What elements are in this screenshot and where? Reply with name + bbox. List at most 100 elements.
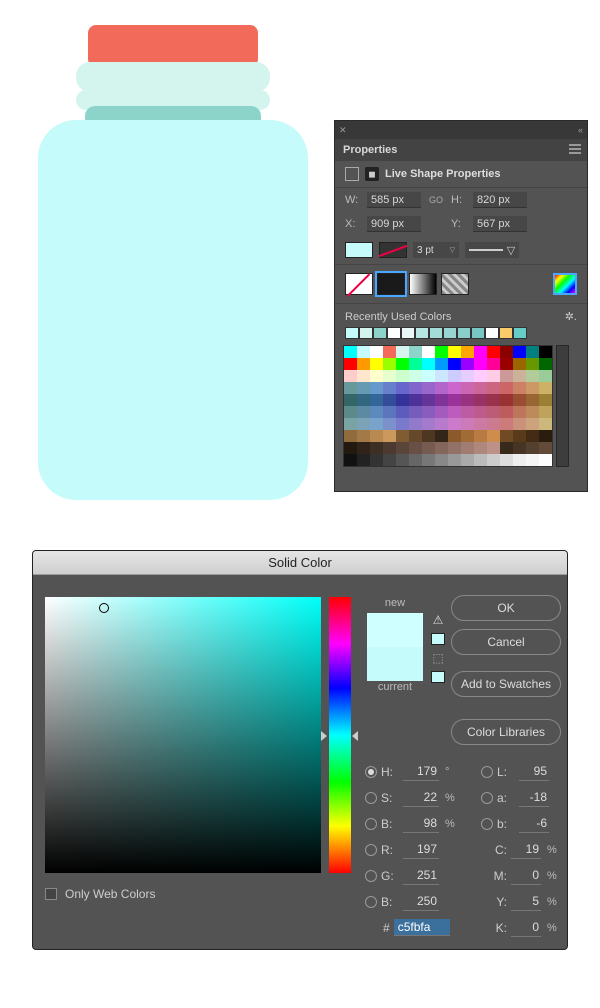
r-radio[interactable] <box>365 844 377 856</box>
palette-swatch[interactable] <box>357 430 370 442</box>
palette-swatch[interactable] <box>448 382 461 394</box>
palette-swatch[interactable] <box>435 454 448 466</box>
palette-swatch[interactable] <box>435 442 448 454</box>
palette-swatch[interactable] <box>513 370 526 382</box>
palette-swatch[interactable] <box>487 454 500 466</box>
recent-color-swatch[interactable] <box>373 327 387 339</box>
menu-icon[interactable] <box>569 144 581 154</box>
palette-swatch[interactable] <box>474 406 487 418</box>
palette-swatch[interactable] <box>500 442 513 454</box>
palette-swatch[interactable] <box>370 406 383 418</box>
palette-swatch[interactable] <box>422 394 435 406</box>
recent-color-swatch[interactable] <box>387 327 401 339</box>
preview-new-swatch[interactable] <box>367 613 423 647</box>
palette-swatch[interactable] <box>344 382 357 394</box>
palette-swatch[interactable] <box>383 346 396 358</box>
palette-swatch[interactable] <box>409 454 422 466</box>
palette-swatch[interactable] <box>344 358 357 370</box>
palette-swatch[interactable] <box>448 418 461 430</box>
add-swatches-button[interactable]: Add to Swatches <box>451 671 561 697</box>
palette-swatch[interactable] <box>370 370 383 382</box>
recent-color-swatch[interactable] <box>485 327 499 339</box>
palette-swatch[interactable] <box>448 454 461 466</box>
palette-swatch[interactable] <box>487 442 500 454</box>
palette-swatch[interactable] <box>513 406 526 418</box>
palette-swatch[interactable] <box>474 394 487 406</box>
x-field[interactable]: 909 px <box>367 216 421 232</box>
palette-swatch[interactable] <box>461 430 474 442</box>
a-field[interactable]: -18 <box>519 790 549 807</box>
cancel-button[interactable]: Cancel <box>451 629 561 655</box>
palette-swatch[interactable] <box>526 370 539 382</box>
palette-swatch[interactable] <box>344 406 357 418</box>
palette-swatch[interactable] <box>461 406 474 418</box>
b-radio[interactable] <box>481 818 493 830</box>
a-radio[interactable] <box>481 792 493 804</box>
recent-color-swatch[interactable] <box>345 327 359 339</box>
palette-swatch[interactable] <box>500 394 513 406</box>
palette-swatch[interactable] <box>448 406 461 418</box>
palette-swatch[interactable] <box>422 346 435 358</box>
palette-swatch[interactable] <box>383 394 396 406</box>
s-radio[interactable] <box>365 792 377 804</box>
palette-swatch[interactable] <box>396 370 409 382</box>
stroke-swatch[interactable] <box>379 242 407 258</box>
palette-swatch[interactable] <box>474 442 487 454</box>
palette-swatch[interactable] <box>357 394 370 406</box>
palette-swatch[interactable] <box>448 358 461 370</box>
palette-swatch[interactable] <box>409 430 422 442</box>
palette-swatch[interactable] <box>474 418 487 430</box>
palette-swatch[interactable] <box>539 454 552 466</box>
recent-color-swatch[interactable] <box>513 327 527 339</box>
palette-swatch[interactable] <box>513 454 526 466</box>
recent-color-swatch[interactable] <box>429 327 443 339</box>
palette-swatch[interactable] <box>383 430 396 442</box>
palette-swatch[interactable] <box>461 454 474 466</box>
palette-swatch[interactable] <box>396 430 409 442</box>
palette-swatch[interactable] <box>461 382 474 394</box>
palette-swatch[interactable] <box>370 430 383 442</box>
palette-swatch[interactable] <box>461 370 474 382</box>
hex-field[interactable]: c5fbfa <box>394 919 450 936</box>
only-web-checkbox[interactable] <box>45 888 57 900</box>
palette-swatch[interactable] <box>422 454 435 466</box>
palette-swatch[interactable] <box>370 358 383 370</box>
palette-swatch[interactable] <box>500 430 513 442</box>
palette-swatch[interactable] <box>422 382 435 394</box>
recent-color-swatch[interactable] <box>471 327 485 339</box>
palette-swatch[interactable] <box>513 382 526 394</box>
c-field[interactable]: 19 <box>511 842 541 859</box>
palette-swatch[interactable] <box>383 418 396 430</box>
palette-swatch[interactable] <box>526 454 539 466</box>
palette-swatch[interactable] <box>383 442 396 454</box>
palette-swatch[interactable] <box>513 430 526 442</box>
palette-swatch[interactable] <box>370 454 383 466</box>
palette-swatch[interactable] <box>487 430 500 442</box>
palette-swatch[interactable] <box>526 406 539 418</box>
palette-swatch[interactable] <box>513 394 526 406</box>
palette-swatch[interactable] <box>461 442 474 454</box>
palette-swatch[interactable] <box>539 394 552 406</box>
palette-swatch[interactable] <box>396 454 409 466</box>
warning-swatch-2[interactable] <box>431 671 445 683</box>
palette-swatch[interactable] <box>435 430 448 442</box>
palette-swatch[interactable] <box>487 418 500 430</box>
palette-swatch[interactable] <box>487 346 500 358</box>
stroke-weight-select[interactable]: 3 pt▽ <box>413 242 459 258</box>
l-radio[interactable] <box>481 766 493 778</box>
hue-handle-right-icon[interactable] <box>352 731 358 741</box>
palette-swatch[interactable] <box>526 442 539 454</box>
cube-icon[interactable]: ⬚ <box>432 651 443 665</box>
palette-swatch[interactable] <box>539 406 552 418</box>
palette-swatch[interactable] <box>357 454 370 466</box>
palette-swatch[interactable] <box>513 358 526 370</box>
palette-swatch[interactable] <box>357 382 370 394</box>
fill-solid-button[interactable] <box>377 273 405 295</box>
palette-swatch[interactable] <box>344 346 357 358</box>
palette-swatch[interactable] <box>526 394 539 406</box>
palette-swatch[interactable] <box>409 418 422 430</box>
collapse-icon[interactable]: « <box>578 125 583 135</box>
palette-swatch[interactable] <box>396 406 409 418</box>
palette-swatch[interactable] <box>474 430 487 442</box>
palette-swatch[interactable] <box>409 394 422 406</box>
